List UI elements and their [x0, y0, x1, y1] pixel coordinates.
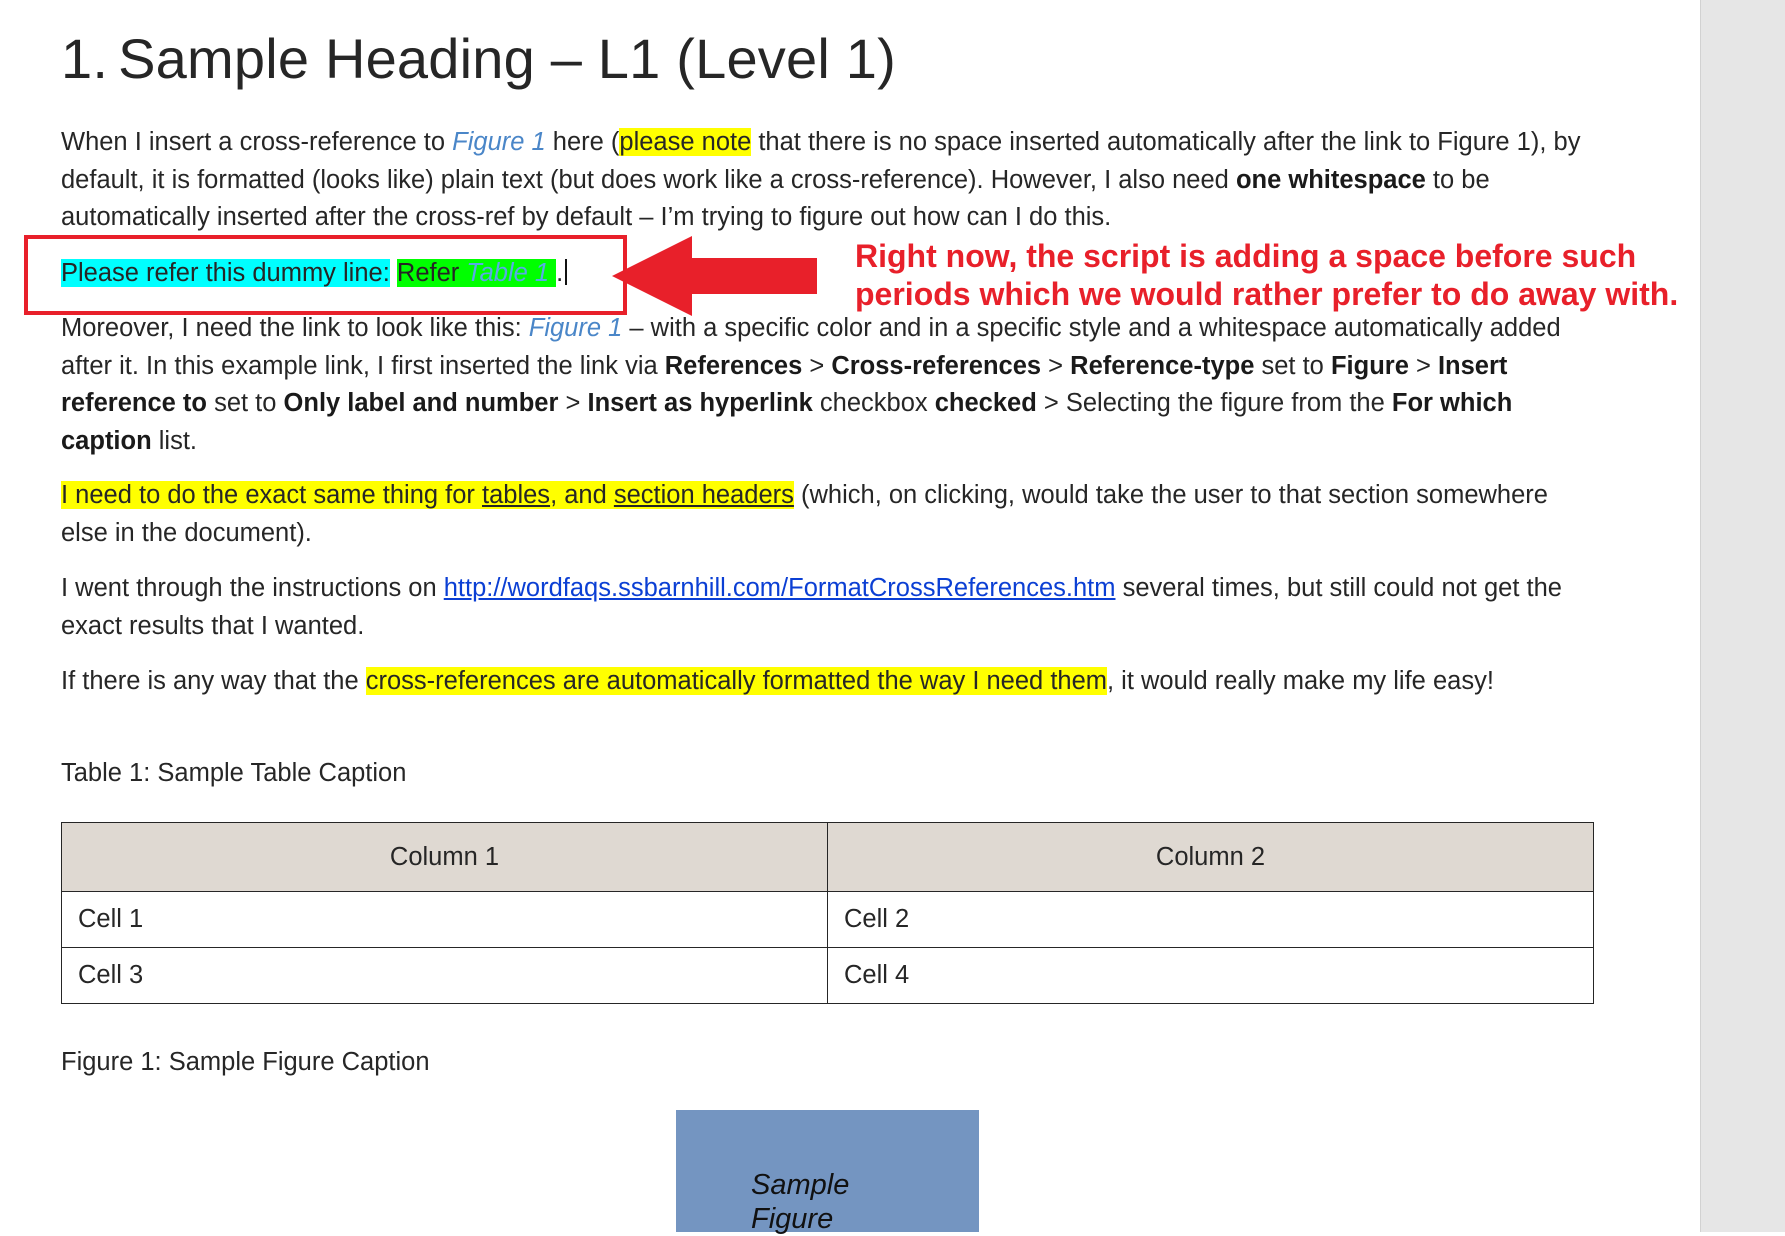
bold-text: Cross-references [831, 351, 1042, 380]
highlight-text: please note [619, 128, 752, 156]
text-run: > [1041, 351, 1071, 380]
bold-text: References [664, 351, 803, 380]
sample-table: Column 1 Column 2 Cell 1 Cell 2 Cell 3 C… [61, 822, 1594, 1004]
annotation-line: Right now, the script is adding a space … [855, 238, 1637, 274]
right-gutter [1700, 0, 1785, 1232]
text-run: > [558, 389, 588, 417]
bold-text: checked [934, 389, 1037, 417]
paragraph-4: I went through the instructions on http:… [61, 570, 1601, 645]
annotation-highlight-box [24, 235, 627, 315]
heading-level-1: 1. Sample Heading – L1 (Level 1) [61, 26, 896, 91]
paragraph-1: When I insert a cross-reference to Figur… [61, 124, 1601, 237]
table-caption: Table 1: Sample Table Caption [61, 759, 407, 787]
text-run: > Selecting the figure from the [1036, 389, 1392, 417]
text-run: If there is any way that the [61, 667, 366, 695]
table-row: Cell 1 Cell 2 [61, 891, 1594, 948]
annotation-line: periods which we would rather prefer to … [855, 276, 1679, 312]
cross-reference-figure-1[interactable]: Figure 1 [529, 314, 623, 342]
heading-text: Sample Heading – L1 (Level 1) [118, 27, 896, 90]
text-run: checkbox [812, 389, 935, 417]
figure-label-line: Sample [751, 1169, 850, 1201]
highlight-group: I need to do the exact same thing for ta… [61, 481, 794, 509]
text-run: , it would really make my life easy! [1107, 667, 1494, 695]
underlined-text: tables [482, 481, 551, 509]
table-cell: Cell 4 [827, 947, 1594, 1004]
bold-text: Reference-type [1070, 351, 1255, 380]
highlight-text: cross-references are automatically forma… [365, 667, 1108, 695]
text-run: When I insert a cross-reference to [61, 128, 453, 156]
text-run: > [1408, 351, 1438, 380]
sample-figure: Sample Figure [676, 1110, 979, 1235]
text-run: set to [206, 389, 284, 417]
highlight-text: , and [550, 481, 614, 509]
paragraph-3: I need to do the exact same thing for ta… [61, 477, 1601, 552]
figure-caption: Figure 1: Sample Figure Caption [61, 1048, 430, 1076]
heading-number: 1. [61, 27, 109, 90]
table-cell: Cell 3 [61, 947, 828, 1004]
bold-text: Insert as hyperlink [587, 389, 813, 417]
text-run: > [802, 351, 832, 380]
table-header-cell: Column 2 [827, 822, 1594, 892]
figure-label-line: Figure [751, 1203, 834, 1235]
text-run: list. [151, 426, 198, 455]
bold-text: one whitespace [1235, 165, 1426, 194]
highlight-text: I need to do the exact same thing for [61, 481, 483, 509]
table-header-cell: Column 1 [61, 822, 828, 892]
cross-reference-figure-1[interactable]: Figure 1 [452, 128, 546, 156]
bold-text: Figure [1330, 351, 1409, 380]
table-row: Cell 3 Cell 4 [61, 947, 1594, 1004]
figure-label: Sample Figure [751, 1168, 849, 1236]
underlined-text: section headers [613, 481, 794, 509]
table-cell: Cell 1 [61, 891, 828, 948]
annotation-text: Right now, the script is adding a space … [855, 237, 1715, 313]
table-cell: Cell 2 [827, 891, 1594, 948]
text-run: here ( [545, 128, 620, 156]
text-run: I went through the instructions on [61, 574, 444, 602]
left-arrow-icon [612, 236, 817, 316]
paragraph-2: Moreover, I need the link to look like t… [61, 310, 1601, 460]
hyperlink[interactable]: http://wordfaqs.ssbarnhill.com/FormatCro… [444, 574, 1116, 602]
table-header-row: Column 1 Column 2 [61, 822, 1594, 892]
bold-text: Only label and number [283, 389, 559, 417]
paragraph-5: If there is any way that the cross-refer… [61, 663, 1601, 701]
text-run: Moreover, I need the link to look like t… [61, 314, 529, 342]
text-run: set to [1254, 351, 1331, 380]
